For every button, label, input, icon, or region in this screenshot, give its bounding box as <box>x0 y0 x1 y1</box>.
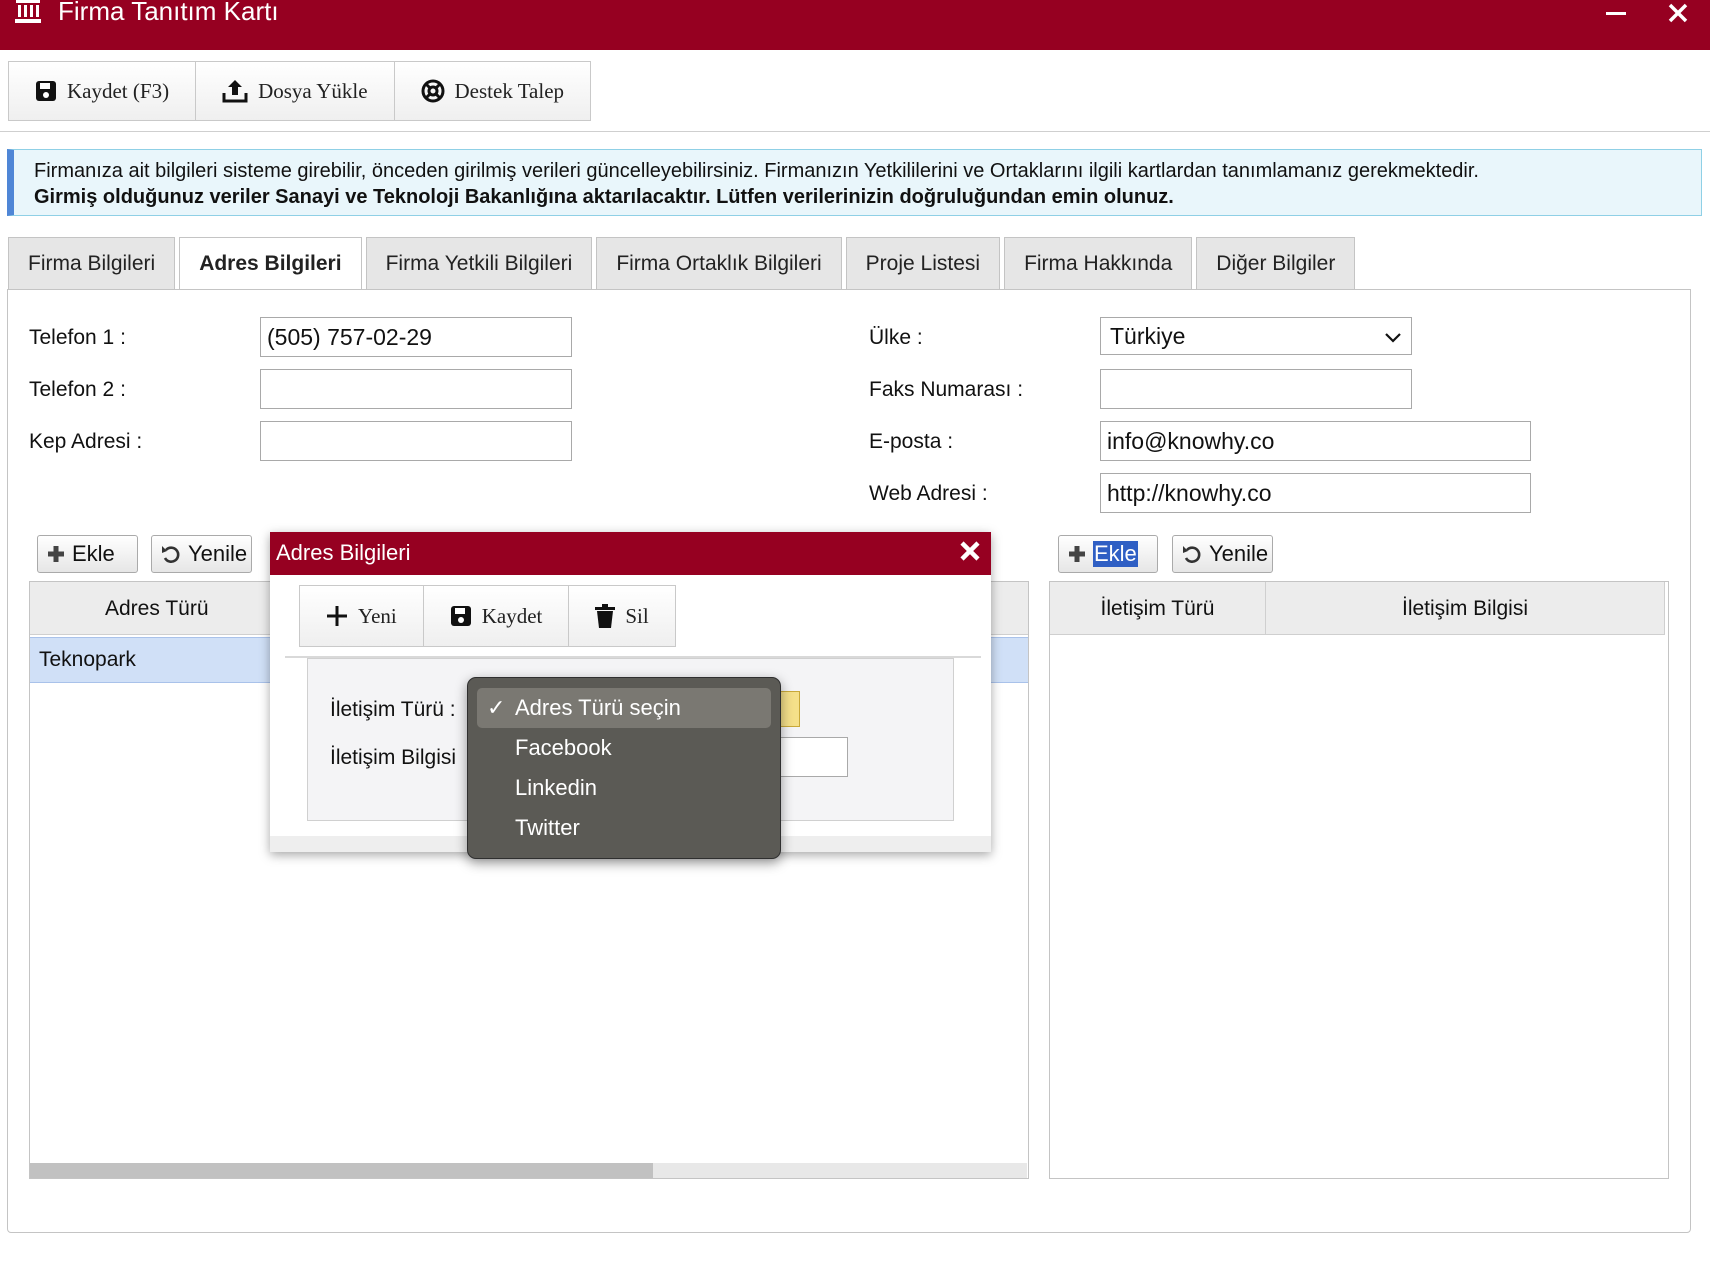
tab-firma-ortaklik-bilgileri[interactable]: Firma Ortaklık Bilgileri <box>596 237 842 290</box>
window-title: Firma Tanıtım Kartı <box>58 0 279 26</box>
tab-adres-bilgileri[interactable]: Adres Bilgileri <box>179 237 362 292</box>
modal-save-button[interactable]: Kaydet <box>423 586 570 646</box>
tab-proje-listesi[interactable]: Proje Listesi <box>845 237 1001 290</box>
dropdown-option-select[interactable]: ✓ Adres Türü seçin <box>477 688 771 728</box>
modal-save-label: Kaydet <box>481 603 543 628</box>
plus-icon <box>46 544 66 564</box>
delete-button[interactable]: Sil <box>569 586 675 646</box>
support-label: Destek Talep <box>454 78 565 103</box>
trash-icon <box>595 604 616 628</box>
dropdown-option-twitter[interactable]: Twitter <box>477 808 771 848</box>
kep-field[interactable] <box>260 421 572 461</box>
modal-title: Adres Bilgileri <box>270 532 991 575</box>
checkmark-icon: ✓ <box>487 695 506 720</box>
save-label: Kaydet (F3) <box>67 78 170 103</box>
plus-icon <box>1067 544 1087 564</box>
chevron-down-icon <box>1384 320 1402 352</box>
info-line-2: Girmiş olduğunuz veriler Sanayi ve Tekno… <box>34 186 1174 208</box>
contact-info-label: İletişim Bilgisi <box>330 746 457 769</box>
contact-grid <box>1049 581 1669 1179</box>
save-button[interactable]: Kaydet (F3) <box>9 62 197 120</box>
tab-diger-bilgiler[interactable]: Diğer Bilgiler <box>1196 237 1356 290</box>
delete-label: Sil <box>625 603 649 628</box>
web-field[interactable]: http://knowhy.co <box>1100 473 1531 513</box>
email-field[interactable]: info@knowhy.co <box>1100 421 1531 461</box>
scrollbar-thumb[interactable] <box>30 1163 653 1178</box>
contact-refresh-label: Yenile <box>1209 541 1269 566</box>
contact-grid-header: İletişim Türü İletişim Bilgisi <box>1050 582 1665 635</box>
contact-refresh-button[interactable]: Yenile <box>1172 535 1273 573</box>
dropdown-option-linkedin[interactable]: Linkedin <box>477 768 771 808</box>
new-button[interactable]: Yeni <box>300 586 424 646</box>
upload-file-button[interactable]: Dosya Yükle <box>196 62 395 120</box>
column-contact-type[interactable]: İletişim Türü <box>1050 582 1266 635</box>
country-value: Türkiye <box>1110 323 1186 349</box>
minimize-icon[interactable] <box>1598 2 1634 30</box>
modal-toolbar: Yeni Kaydet Sil <box>299 585 676 647</box>
tab-firma-bilgileri[interactable]: Firma Bilgileri <box>8 237 176 290</box>
toolbar-divider <box>0 131 1710 132</box>
plus-icon <box>326 605 348 627</box>
contact-type-dropdown: ✓ Adres Türü seçin Facebook Linkedin Twi… <box>467 677 781 859</box>
phone1-label: Telefon 1 : <box>29 326 126 349</box>
contact-add-button[interactable]: Ekle <box>1058 535 1158 573</box>
kep-label: Kep Adresi : <box>29 430 143 453</box>
contact-type-select[interactable] <box>778 691 800 727</box>
main-toolbar: Kaydet (F3) Dosya Yükle Destek Talep <box>8 61 592 121</box>
address-refresh-button[interactable]: Yenile <box>151 535 252 573</box>
refresh-icon <box>160 543 182 565</box>
email-label: E-posta : <box>869 430 954 453</box>
contact-type-label: İletişim Türü : <box>330 698 456 721</box>
address-add-label: Ekle <box>72 541 115 566</box>
phone2-label: Telefon 2 : <box>29 378 126 401</box>
phone2-field[interactable] <box>260 369 572 409</box>
refresh-icon <box>1181 543 1203 565</box>
lifebuoy-icon <box>421 79 445 103</box>
info-line-1: Firmanıza ait bilgileri sisteme girebili… <box>34 160 1479 182</box>
fax-label: Faks Numarası : <box>869 378 1024 401</box>
tab-firma-hakkinda[interactable]: Firma Hakkında <box>1004 237 1193 290</box>
address-type-cell: Teknopark <box>39 648 136 671</box>
support-request-button[interactable]: Destek Talep <box>394 62 591 120</box>
web-label: Web Adresi : <box>869 482 988 505</box>
info-message: Firmanıza ait bilgileri sisteme girebili… <box>7 149 1702 216</box>
upload-icon <box>222 79 248 103</box>
address-refresh-label: Yenile <box>188 541 248 566</box>
tab-firma-yetkili-bilgileri[interactable]: Firma Yetkili Bilgileri <box>365 237 593 290</box>
floppy-disk-icon <box>35 80 57 102</box>
country-label: Ülke : <box>869 326 923 349</box>
country-select[interactable]: Türkiye <box>1100 317 1412 355</box>
fax-field[interactable] <box>1100 369 1412 409</box>
column-address-type[interactable]: Adres Türü <box>105 582 209 635</box>
floppy-disk-icon <box>450 605 472 627</box>
phone1-field[interactable]: (505) 757-02-29 <box>260 317 572 357</box>
close-icon[interactable] <box>955 538 985 568</box>
building-icon <box>14 0 42 24</box>
upload-label: Dosya Yükle <box>258 78 368 103</box>
new-label: Yeni <box>358 603 397 628</box>
contact-add-label: Ekle <box>1093 541 1138 567</box>
tab-bar: Firma Bilgileri Adres Bilgileri Firma Ye… <box>8 237 1359 292</box>
close-icon[interactable] <box>1660 2 1696 30</box>
dropdown-option-facebook[interactable]: Facebook <box>477 728 771 768</box>
column-contact-info[interactable]: İletişim Bilgisi <box>1266 582 1665 635</box>
address-add-button[interactable]: Ekle <box>37 535 138 573</box>
